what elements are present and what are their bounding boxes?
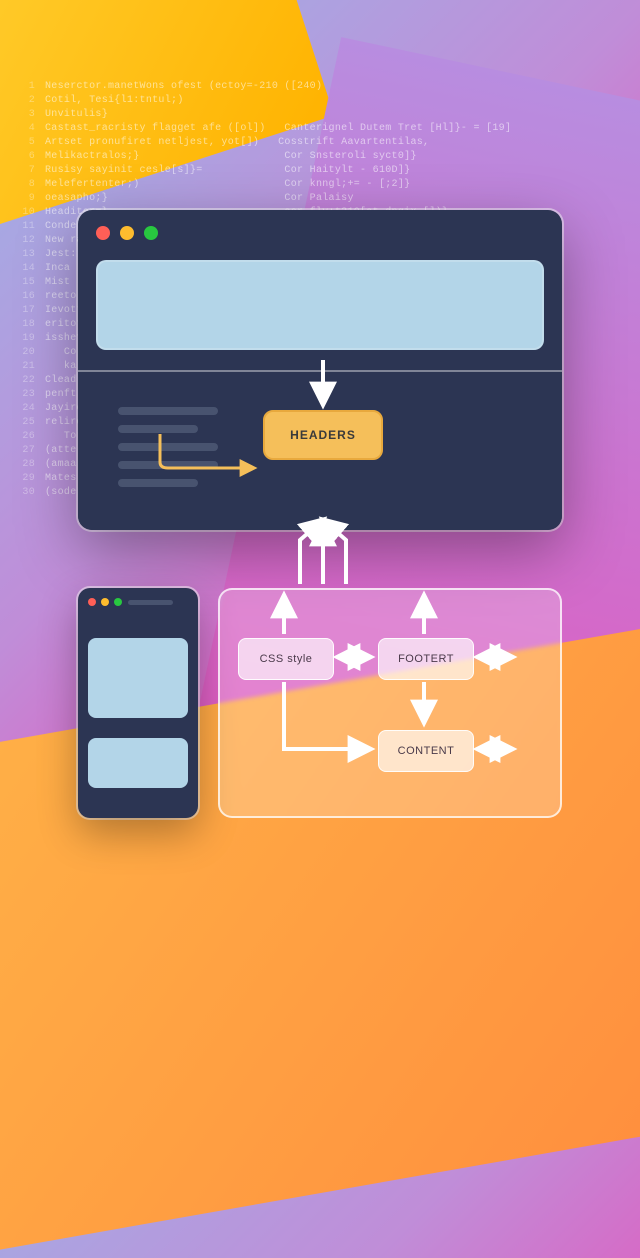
traffic-red-icon <box>88 598 96 606</box>
placeholder-line <box>118 479 198 487</box>
footer-node: FOOTERT <box>378 638 474 680</box>
browser-window: HEADERS <box>78 210 562 530</box>
traffic-green-icon <box>114 598 122 606</box>
traffic-yellow-icon <box>120 226 134 240</box>
placeholder-line <box>118 407 218 415</box>
traffic-green-icon <box>144 226 158 240</box>
mobile-content-box <box>88 638 188 718</box>
flow-panel: CSS style FOOTERT CONTENT <box>218 588 562 818</box>
placeholder-line <box>118 461 218 469</box>
placeholder-line <box>118 443 218 451</box>
mobile-title-placeholder <box>128 600 173 605</box>
browser-header-area <box>96 260 544 350</box>
traffic-red-icon <box>96 226 110 240</box>
browser-body-panel: HEADERS <box>78 370 562 530</box>
headers-node: HEADERS <box>263 410 383 460</box>
content-node: CONTENT <box>378 730 474 772</box>
traffic-yellow-icon <box>101 598 109 606</box>
mobile-window <box>78 588 198 818</box>
mobile-content-box <box>88 738 188 788</box>
placeholder-line <box>118 425 198 433</box>
css-style-node: CSS style <box>238 638 334 680</box>
window-traffic-lights <box>96 226 158 240</box>
text-placeholder-lines <box>118 407 218 487</box>
mobile-traffic-lights <box>88 598 122 606</box>
